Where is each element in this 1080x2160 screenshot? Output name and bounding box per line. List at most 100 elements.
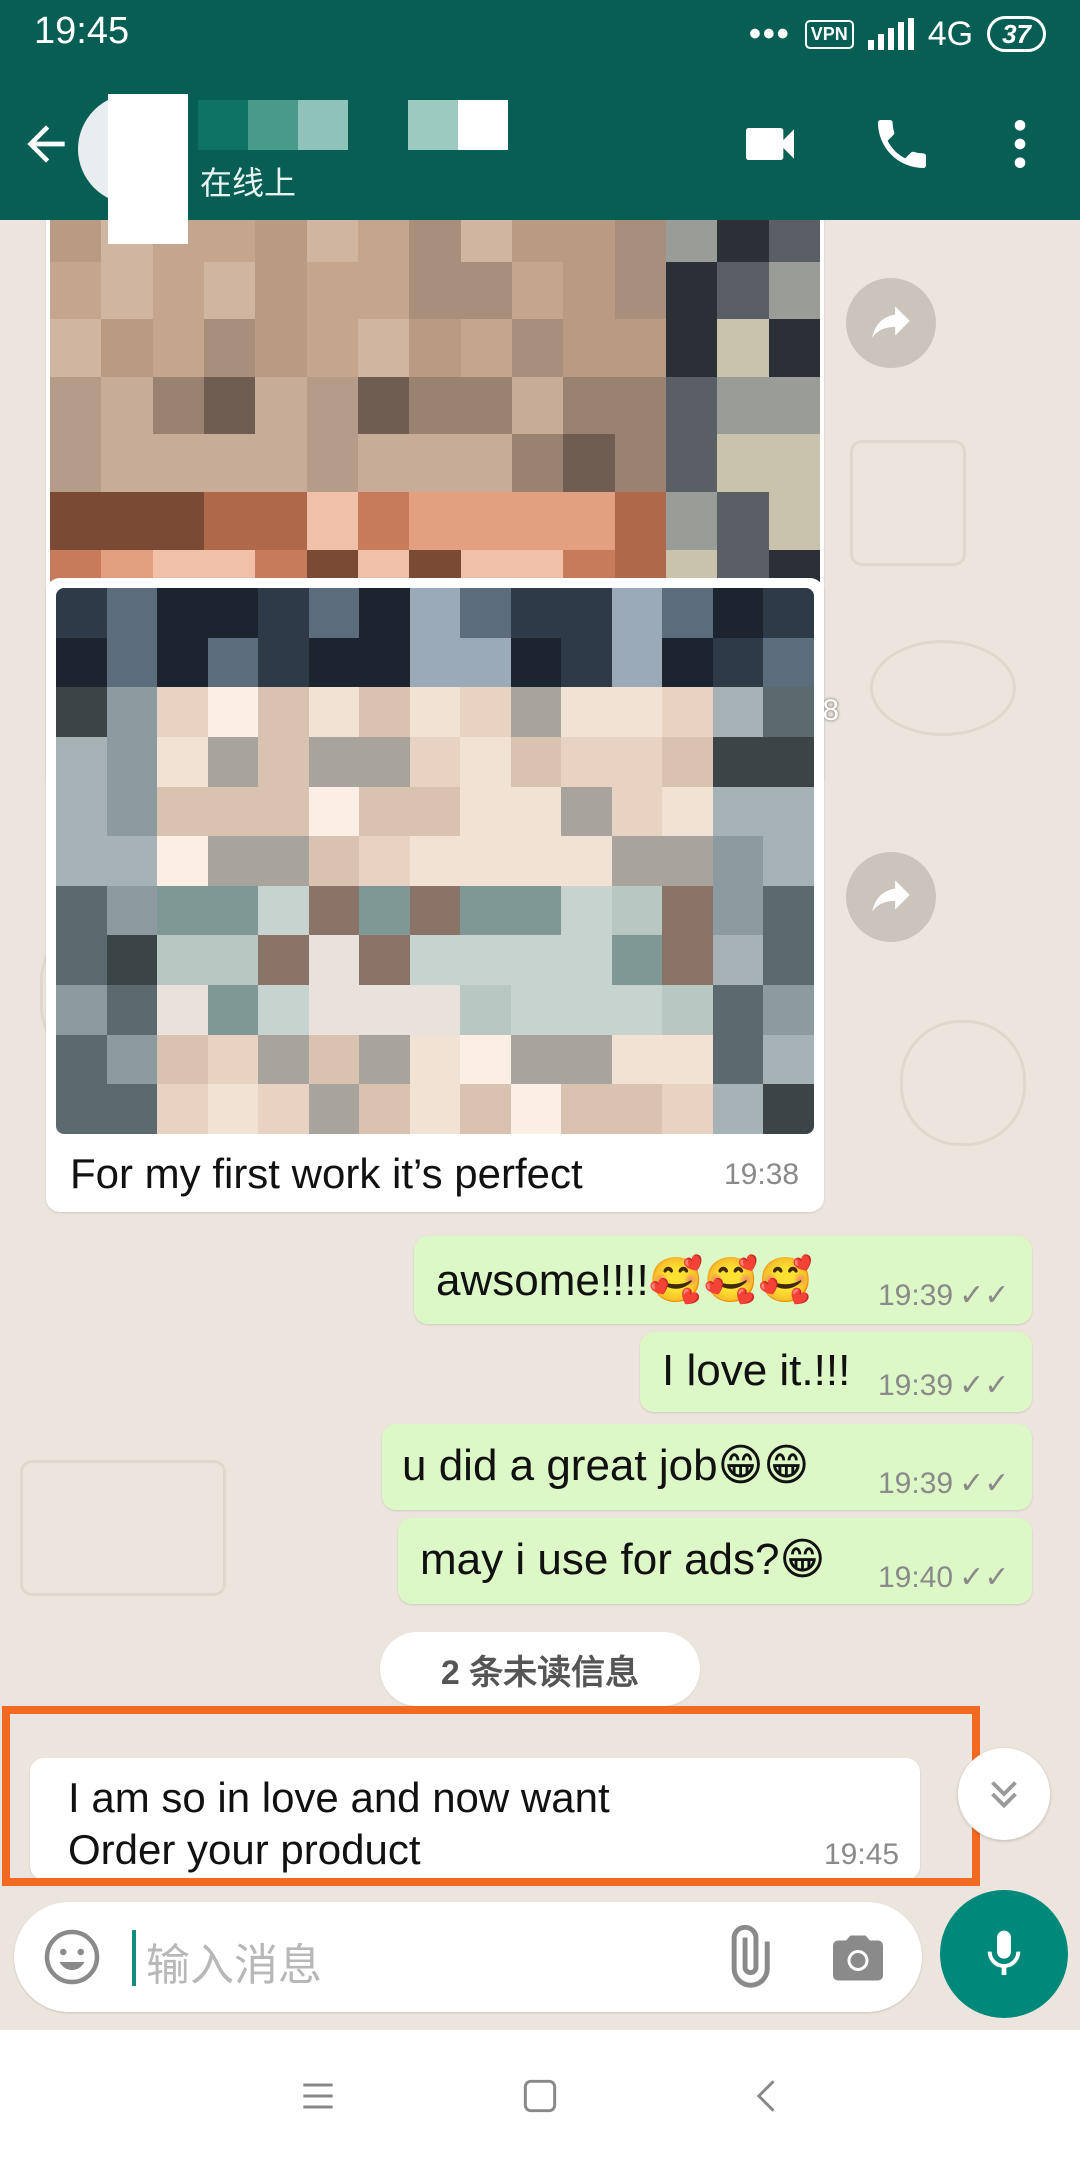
photo-pixel bbox=[50, 319, 102, 377]
outgoing-message[interactable]: I love it.!!! 19:39 ✓✓ bbox=[640, 1332, 1032, 1412]
photo-pixel bbox=[510, 736, 562, 787]
photo-pixel bbox=[460, 836, 511, 886]
photo-pixel bbox=[712, 885, 764, 936]
photo-pixel bbox=[359, 885, 410, 936]
photo-pixel bbox=[563, 434, 615, 492]
photo-pixel bbox=[511, 434, 564, 492]
photo-pixel bbox=[255, 319, 307, 377]
photo-pixel bbox=[56, 1084, 107, 1134]
camera-icon[interactable] bbox=[828, 1928, 888, 1988]
message-time: 19:39 bbox=[878, 1278, 954, 1312]
voice-call-icon[interactable] bbox=[870, 112, 934, 176]
photo-pixel bbox=[409, 220, 461, 262]
home-icon[interactable] bbox=[518, 2074, 562, 2118]
photo-pixel bbox=[207, 588, 259, 638]
photo-pixel bbox=[308, 736, 360, 787]
more-vert-icon[interactable] bbox=[988, 112, 1052, 176]
photo-pixel bbox=[308, 1034, 360, 1085]
photo-pixel bbox=[203, 319, 256, 377]
photo-pixel bbox=[763, 985, 814, 1035]
message-time: 19:39 bbox=[878, 1368, 954, 1402]
outgoing-message[interactable]: u did a great job😁😁 19:39 ✓✓ bbox=[382, 1424, 1032, 1510]
photo-pixel bbox=[460, 687, 511, 737]
photo-pixel bbox=[306, 434, 358, 492]
photo-pixel bbox=[611, 935, 663, 986]
photo-pixel bbox=[662, 637, 713, 688]
pixelated-photo[interactable] bbox=[56, 588, 814, 1134]
image-message[interactable]: For my first work it’s perfect 19:38 bbox=[46, 578, 824, 1212]
photo-pixel bbox=[308, 1084, 360, 1134]
photo-pixel bbox=[712, 935, 764, 986]
photo-pixel bbox=[614, 376, 666, 435]
photo-pixel bbox=[152, 376, 204, 435]
photo-pixel bbox=[561, 786, 612, 837]
photo-pixel bbox=[511, 319, 564, 377]
photo-pixel bbox=[712, 985, 764, 1035]
photo-pixel bbox=[106, 985, 158, 1035]
message-meta: 19:40 ✓✓ bbox=[878, 1560, 1009, 1595]
contact-name-redacted[interactable] bbox=[198, 100, 508, 150]
photo-pixel bbox=[763, 786, 814, 837]
photo-pixel bbox=[510, 786, 562, 837]
photo-pixel bbox=[359, 1034, 410, 1085]
photo-pixel bbox=[207, 786, 259, 837]
photo-pixel bbox=[510, 687, 562, 737]
photo-pixel bbox=[409, 736, 461, 787]
photo-pixel bbox=[357, 220, 410, 262]
photo-pixel bbox=[50, 261, 102, 320]
photo-pixel bbox=[152, 434, 204, 492]
photo-pixel bbox=[203, 376, 256, 435]
photo-pixel bbox=[258, 1034, 309, 1085]
photo-pixel bbox=[207, 985, 259, 1035]
double-chevron-down-icon[interactable] bbox=[958, 1748, 1050, 1840]
menu-icon[interactable] bbox=[296, 2074, 340, 2118]
photo-pixel bbox=[561, 985, 612, 1035]
photo-pixel bbox=[56, 985, 107, 1035]
arrow-left-icon[interactable] bbox=[18, 116, 74, 172]
photo-pixel bbox=[768, 491, 820, 550]
photo-pixel bbox=[665, 376, 718, 435]
chat-area[interactable]: 19:38 For my first work it’s perfect 19:… bbox=[0, 220, 1080, 1890]
video-call-icon[interactable] bbox=[738, 112, 802, 176]
photo-pixel bbox=[614, 491, 666, 550]
emoji-icon[interactable] bbox=[42, 1927, 102, 1987]
back-nav-icon[interactable] bbox=[746, 2074, 790, 2118]
battery-indicator: 37 bbox=[987, 16, 1046, 52]
photo-pixel bbox=[614, 319, 666, 377]
photo-pixel bbox=[106, 588, 158, 638]
photo-pixel bbox=[460, 786, 511, 837]
outgoing-message[interactable]: may i use for ads?😁 19:40 ✓✓ bbox=[398, 1518, 1032, 1604]
read-ticks-icon: ✓✓ bbox=[959, 1369, 1010, 1402]
photo-pixel bbox=[717, 220, 769, 262]
message-meta: 19:39 ✓✓ bbox=[878, 1278, 1009, 1313]
photo-pixel bbox=[460, 736, 511, 787]
photo-pixel bbox=[511, 220, 564, 262]
photo-pixel bbox=[510, 836, 562, 886]
message-input-bar[interactable]: 输入消息 bbox=[14, 1902, 922, 2012]
photo-pixel bbox=[460, 637, 511, 688]
photo-pixel bbox=[662, 885, 713, 936]
outgoing-message[interactable]: awsome!!!!🥰🥰🥰 19:39 ✓✓ bbox=[414, 1236, 1032, 1324]
photo-pixel bbox=[763, 885, 814, 936]
photo-pixel bbox=[255, 434, 307, 492]
forward-share-icon[interactable] bbox=[846, 278, 936, 368]
photo-pixel bbox=[306, 261, 358, 320]
photo-pixel bbox=[106, 637, 158, 688]
photo-pixel bbox=[563, 491, 615, 550]
unread-messages-divider: 2 条未读信息 bbox=[380, 1632, 700, 1706]
photo-pixel bbox=[255, 220, 307, 262]
photo-pixel bbox=[157, 637, 208, 688]
photo-pixel bbox=[101, 434, 153, 492]
message-text: I love it.!!! bbox=[662, 1346, 851, 1395]
photo-pixel bbox=[662, 836, 713, 886]
avatar[interactable] bbox=[78, 94, 188, 244]
photo-pixel bbox=[359, 1084, 410, 1134]
photo-pixel bbox=[510, 588, 562, 638]
photo-pixel bbox=[717, 261, 769, 320]
mic-button[interactable] bbox=[940, 1890, 1068, 2018]
paperclip-icon[interactable] bbox=[714, 1924, 780, 1990]
photo-pixel bbox=[157, 1084, 208, 1134]
photo-pixel bbox=[662, 1084, 713, 1134]
forward-share-icon[interactable] bbox=[846, 852, 936, 942]
message-input[interactable]: 输入消息 bbox=[146, 1929, 322, 1993]
